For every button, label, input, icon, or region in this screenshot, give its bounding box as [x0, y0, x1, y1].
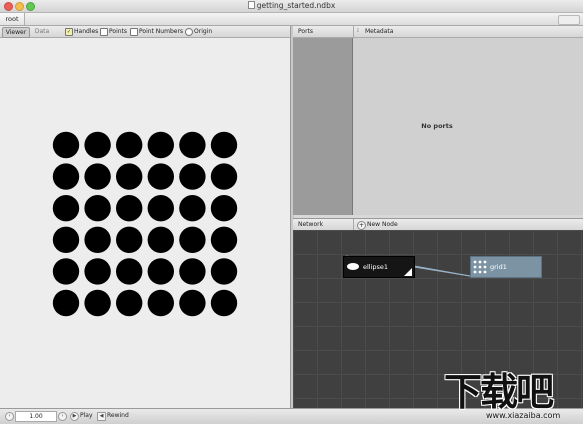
grid-ellipse — [84, 131, 111, 159]
add-icon: + — [357, 221, 366, 230]
divider — [353, 26, 354, 37]
viewer-toolbar: Viewer Data ✓ Handles Points Point Numbe… — [0, 26, 290, 38]
point-numbers-checkbox[interactable] — [130, 28, 138, 36]
tab-data[interactable]: Data — [31, 27, 53, 36]
handles-label: Handles — [74, 28, 99, 35]
grid-icon — [473, 260, 487, 274]
grid-ellipse — [147, 258, 174, 285]
divider — [353, 219, 354, 230]
grid-ellipse — [52, 131, 80, 159]
breadcrumb-root[interactable]: root — [0, 13, 25, 25]
grid-ellipse — [210, 195, 238, 222]
origin-checkbox[interactable] — [185, 28, 193, 36]
metadata-icon: ⁝ — [357, 27, 359, 34]
path-bar: root — [0, 13, 583, 26]
grid-ellipse — [179, 195, 206, 222]
grid-ellipse — [84, 163, 111, 190]
grid-ellipse — [52, 163, 80, 190]
play-button[interactable]: Play — [80, 411, 93, 420]
frame-increment-button[interactable]: › — [58, 412, 67, 421]
points-label: Points — [109, 28, 128, 35]
handles-checkbox[interactable]: ✓ — [65, 28, 73, 36]
grid-ellipse — [210, 258, 238, 285]
grid-ellipse — [116, 289, 143, 317]
ellipse-grid-output — [52, 131, 238, 317]
new-node-button[interactable]: New Node — [367, 220, 398, 229]
frame-decrement-button[interactable]: ‹ — [5, 412, 14, 421]
grid-ellipse — [210, 131, 238, 159]
path-bar-button[interactable] — [558, 15, 580, 25]
node-ellipse1[interactable]: ellipse1 — [343, 256, 415, 278]
grid-ellipse — [147, 195, 174, 222]
grid-ellipse — [147, 131, 174, 159]
watermark-url: www.xiazaiba.com — [486, 411, 561, 420]
grid-ellipse — [179, 131, 206, 159]
ports-label: Ports — [298, 28, 314, 35]
ellipse-icon — [347, 263, 359, 270]
grid-ellipse — [52, 226, 80, 253]
node-grid1[interactable]: grid1 — [470, 256, 542, 278]
grid-ellipse — [179, 289, 206, 317]
play-icon[interactable]: ▶ — [70, 412, 79, 421]
ports-list[interactable] — [293, 38, 353, 215]
grid-ellipse — [210, 226, 238, 253]
grid-ellipse — [116, 258, 143, 285]
grid-ellipse — [52, 289, 80, 317]
tab-viewer[interactable]: Viewer — [2, 27, 30, 38]
grid-ellipse — [147, 163, 174, 190]
network-label: Network — [298, 221, 324, 228]
grid-ellipse — [84, 258, 111, 285]
grid-ellipse — [84, 195, 111, 222]
grid-ellipse — [52, 258, 80, 285]
tab-metadata[interactable]: Metadata — [365, 27, 393, 36]
grid-ellipse — [52, 195, 80, 222]
grid-ellipse — [147, 289, 174, 317]
origin-label: Origin — [194, 28, 213, 35]
grid-ellipse — [147, 226, 174, 253]
watermark-title: 下载吧 — [444, 370, 554, 414]
window-titlebar: getting_started.ndbx — [0, 0, 583, 13]
grid-ellipse — [84, 289, 111, 317]
rewind-icon[interactable]: ◀ — [97, 412, 106, 421]
grid-ellipse — [179, 226, 206, 253]
point-numbers-label: Point Numbers — [139, 28, 184, 35]
node-name: grid1 — [490, 263, 507, 271]
grid-ellipse — [210, 289, 238, 317]
rewind-button[interactable]: Rewind — [107, 411, 129, 420]
node-name: ellipse1 — [363, 263, 389, 271]
grid-ellipse — [179, 258, 206, 285]
no-ports-message: No ports — [421, 122, 453, 130]
grid-ellipse — [179, 163, 206, 190]
grid-ellipse — [116, 226, 143, 253]
document-icon — [247, 1, 255, 9]
grid-ellipse — [210, 163, 238, 190]
grid-ellipse — [116, 195, 143, 222]
window-title: getting_started.ndbx — [0, 1, 583, 10]
grid-ellipse — [84, 226, 111, 253]
rendered-flag-icon — [404, 268, 412, 276]
viewer-canvas[interactable] — [0, 38, 291, 408]
grid-ellipse — [116, 131, 143, 159]
watermark-logo: 下载吧 www.xiazaiba.com — [430, 357, 583, 423]
points-checkbox[interactable] — [100, 28, 108, 36]
frame-field[interactable]: 1.00 — [15, 411, 57, 422]
grid-ellipse — [116, 163, 143, 190]
ports-metadata-bar: Ports ⁝ Metadata — [293, 26, 583, 38]
